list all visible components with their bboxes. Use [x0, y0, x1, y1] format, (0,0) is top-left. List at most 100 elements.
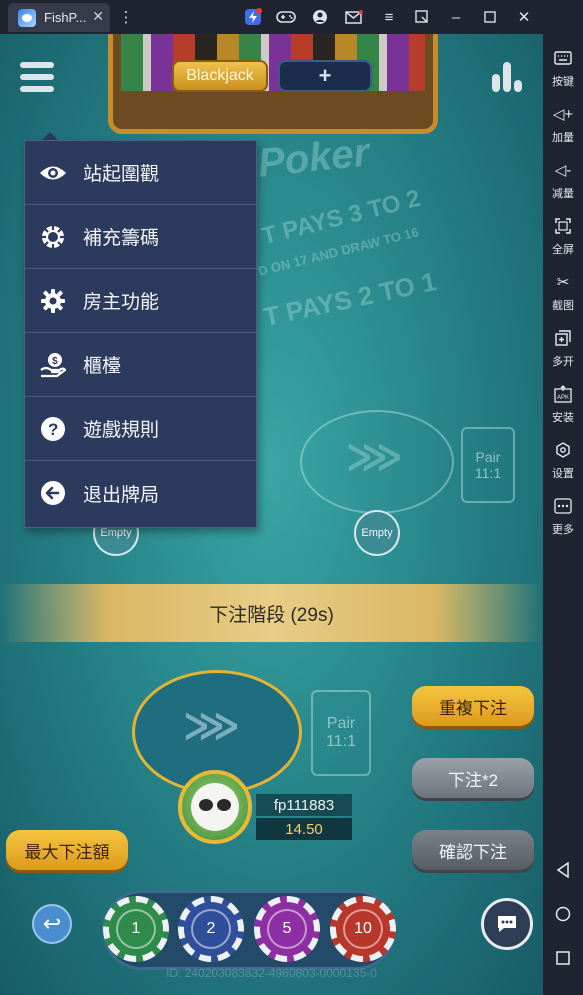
multi-instance-icon — [553, 328, 573, 348]
menu-item-label: 補充籌碼 — [83, 228, 160, 249]
chip-2[interactable]: 2 — [178, 896, 244, 962]
blackjack-table-button[interactable]: Blackjack — [172, 60, 268, 92]
menu-item-label: 遊戲規則 — [83, 420, 160, 441]
pair-label: Pair — [326, 715, 356, 732]
maximize-icon[interactable] — [480, 7, 500, 27]
blackjack-table: Blackjack + Poker T PAYS 3 TO 2 D ON 17 … — [0, 34, 543, 995]
sidebar-item-volume-up[interactable]: ◁+ 加量 — [543, 104, 583, 156]
keyboard-icon — [553, 48, 573, 68]
game-menu-icon[interactable] — [20, 62, 54, 92]
restore-window-icon[interactable] — [412, 7, 432, 27]
add-table-button[interactable]: + — [278, 60, 372, 92]
sidebar-label: 多开 — [552, 356, 574, 368]
chip-rack — [108, 34, 438, 134]
rebet-button[interactable]: 重複下注 — [412, 686, 534, 726]
menu-item-label: 櫃檯 — [83, 356, 122, 377]
menu-item-spectate[interactable]: 站起圍觀 — [25, 141, 256, 205]
double-bet-button[interactable]: 下注*2 — [412, 758, 534, 798]
pair-bet-box-main[interactable]: Pair 11:1 — [311, 690, 371, 776]
chip-value: 5 — [267, 909, 307, 949]
sidebar-item-volume-down[interactable]: ◁- 减量 — [543, 160, 583, 212]
chat-icon[interactable] — [481, 898, 533, 950]
sidebar-label: 截图 — [552, 300, 574, 312]
sidebar-label: 按键 — [552, 76, 574, 88]
app-tab-title: FishP... — [44, 10, 87, 25]
sidebar-item-keys[interactable]: 按键 — [543, 48, 583, 100]
minimize-icon[interactable]: – — [446, 7, 466, 27]
menu-item-cashier[interactable]: $ 櫃檯 — [25, 333, 256, 397]
seat-bet-area-right[interactable]: ⋙ — [300, 410, 454, 514]
android-recents-icon[interactable] — [553, 948, 573, 968]
phase-text: 下注階段 (29s) — [209, 604, 334, 626]
tab-close-icon[interactable]: ✕ — [92, 8, 104, 25]
player-avatar[interactable] — [178, 770, 252, 844]
confirm-bet-button[interactable]: 確認下注 — [412, 830, 534, 870]
max-bet-button[interactable]: 最大下注額 — [6, 830, 128, 870]
menu-item-label: 房主功能 — [83, 292, 160, 313]
player-chip-balance: 14.50 — [256, 818, 352, 840]
kebab-menu-icon[interactable]: ⋮ — [116, 7, 136, 27]
app-tab[interactable]: FishP... ✕ — [8, 3, 110, 32]
fullscreen-icon — [553, 216, 573, 236]
menu-item-buy-chips[interactable]: 補充籌碼 — [25, 205, 256, 269]
volume-down-icon: ◁- — [554, 162, 572, 179]
sidebar-item-screenshot[interactable]: ✂ 截图 — [543, 272, 583, 324]
undo-bet-icon[interactable]: ↩ — [32, 904, 72, 944]
fishbone-icon: ⋙ — [346, 435, 403, 479]
empty-seat-right[interactable]: Empty — [354, 510, 400, 556]
exit-arrow-icon — [39, 479, 67, 507]
android-back-icon[interactable] — [553, 860, 573, 880]
chip-10[interactable]: 10 — [330, 896, 396, 962]
svg-text:?: ? — [48, 420, 58, 439]
boost-icon[interactable] — [243, 7, 263, 27]
sidebar-label: 减量 — [552, 188, 574, 200]
svg-text:$: $ — [52, 356, 58, 367]
mail-icon[interactable] — [344, 7, 364, 27]
pair-label: Pair — [475, 449, 501, 465]
more-icon — [553, 496, 573, 516]
gear-icon — [39, 287, 67, 315]
menu-item-label: 站起圍觀 — [83, 164, 160, 185]
hamburger-menu-icon[interactable]: ≡ — [379, 7, 399, 27]
sidebar-item-fullscreen[interactable]: 全屏 — [543, 216, 583, 268]
pair-bet-box-right[interactable]: Pair 11:1 — [461, 427, 515, 503]
apk-install-icon: APK — [553, 384, 573, 404]
sidebar-item-multi-instance[interactable]: 多开 — [543, 328, 583, 380]
money-hand-icon: $ — [39, 351, 67, 379]
chip-5[interactable]: 5 — [254, 896, 320, 962]
settings-icon — [553, 440, 573, 460]
close-window-icon[interactable]: ✕ — [514, 7, 534, 27]
gamepad-icon[interactable] — [276, 7, 296, 27]
emulator-title-bar: FishP... ✕ ⋮ ≡ – ✕ — [0, 0, 583, 34]
menu-item-leave-table[interactable]: 退出牌局 — [25, 461, 256, 525]
menu-item-host-functions[interactable]: 房主功能 — [25, 269, 256, 333]
pair-odds: 11:1 — [474, 465, 502, 481]
android-home-icon[interactable] — [553, 904, 573, 924]
felt-pays-2-to-1: T PAYS 2 TO 1 — [260, 266, 439, 332]
sidebar-label: 加量 — [552, 132, 574, 144]
menu-item-label: 退出牌局 — [83, 484, 160, 506]
chip-1[interactable]: 1 — [103, 896, 169, 962]
chip-icon — [39, 223, 67, 251]
sidebar-item-more[interactable]: 更多 — [543, 496, 583, 548]
scissors-icon: ✂ — [556, 274, 570, 291]
sidebar-item-settings[interactable]: 设置 — [543, 440, 583, 492]
account-icon[interactable] — [310, 7, 330, 27]
betting-phase-banner: 下注階段 (29s) — [0, 584, 543, 642]
sidebar-label: 全屏 — [552, 244, 574, 256]
pair-odds: 11:1 — [326, 733, 356, 750]
eye-icon — [39, 159, 67, 187]
menu-caret — [42, 132, 58, 140]
sidebar-item-install-apk[interactable]: APK 安装 — [543, 384, 583, 436]
chip-value: 10 — [343, 909, 383, 949]
chip-value: 1 — [116, 909, 156, 949]
stats-icon[interactable] — [490, 62, 524, 92]
table-id: ID: 240203083832-4960803-0000135-0 — [166, 966, 377, 980]
fishbone-icon: ⋙ — [183, 704, 240, 748]
chip-value: 2 — [191, 909, 231, 949]
svg-text:APK: APK — [557, 395, 569, 401]
game-popup-menu: 站起圍觀 補充籌碼 房主功能 $ 櫃檯 ? 遊戲規則 退出牌局 — [24, 140, 257, 528]
app-logo-icon — [18, 8, 36, 27]
menu-item-game-rules[interactable]: ? 遊戲規則 — [25, 397, 256, 461]
sidebar-label: 更多 — [552, 524, 574, 536]
